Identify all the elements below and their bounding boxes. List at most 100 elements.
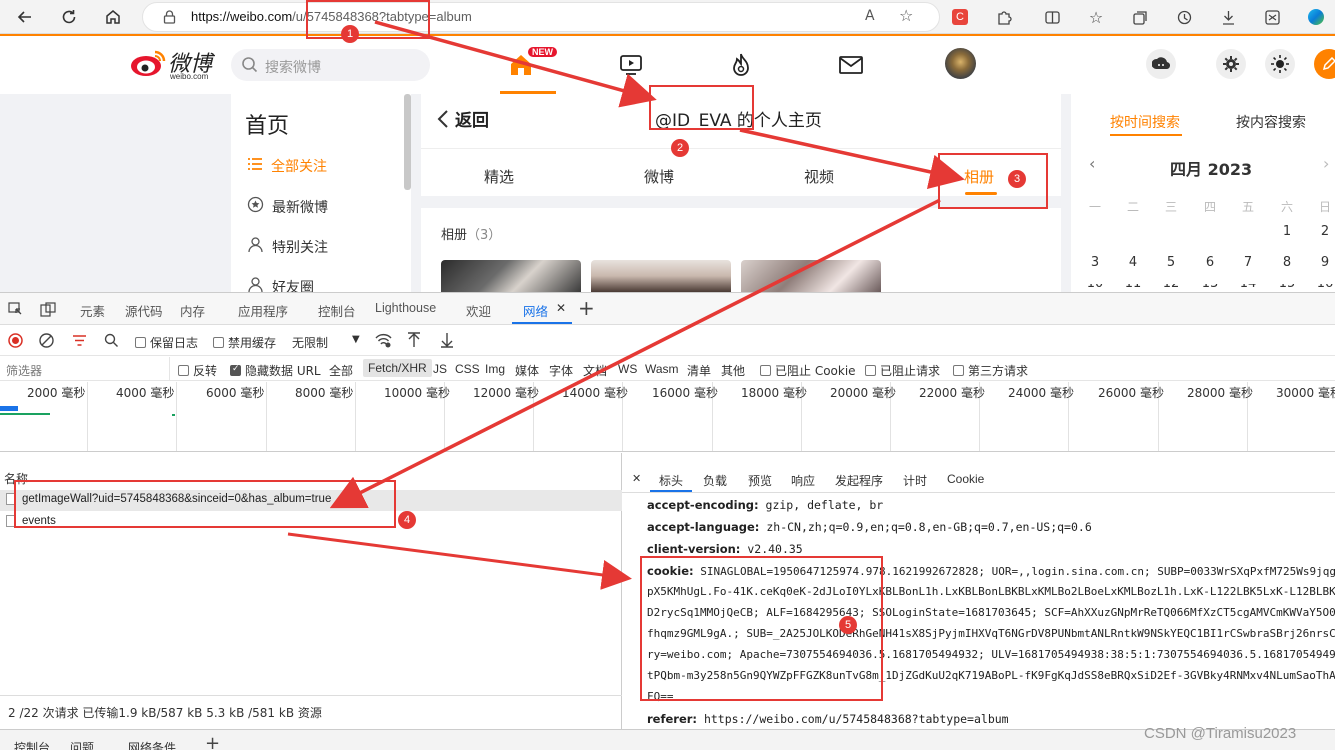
- network-conditions-icon[interactable]: [375, 333, 392, 351]
- filter-type-fetch-xhr[interactable]: Fetch/XHR: [363, 359, 432, 377]
- detail-tab-timing[interactable]: 计时: [903, 472, 927, 489]
- calendar-day[interactable]: 9: [1315, 255, 1335, 270]
- export-har-icon[interactable]: [440, 332, 454, 351]
- devtools-tab-sources[interactable]: 源代码: [125, 301, 163, 320]
- filter-icon[interactable]: [72, 334, 87, 350]
- filter-type-doc[interactable]: 文档: [583, 362, 607, 379]
- favorite-add-icon[interactable]: ☆: [899, 6, 913, 25]
- calendar-day[interactable]: 5: [1161, 255, 1181, 270]
- record-icon[interactable]: [8, 333, 23, 351]
- filter-type-manifest[interactable]: 清单: [687, 362, 711, 379]
- calendar-day[interactable]: 4: [1123, 255, 1143, 270]
- filter-type-img[interactable]: Img: [485, 362, 505, 376]
- throttling-select[interactable]: 无限制 ▼: [292, 334, 364, 351]
- devtools-tab-console[interactable]: 控制台: [318, 301, 356, 320]
- calendar-day[interactable]: 7: [1238, 255, 1258, 270]
- settings-gear-icon[interactable]: [1216, 49, 1246, 79]
- close-detail-icon[interactable]: ✕: [632, 472, 641, 485]
- edge-icon[interactable]: [1304, 5, 1328, 29]
- favorites-icon[interactable]: ☆: [1084, 5, 1108, 29]
- devtools-tab-network[interactable]: 网络: [523, 301, 548, 320]
- calendar-day[interactable]: 10: [1085, 284, 1105, 291]
- math-solver-icon[interactable]: [1260, 5, 1284, 29]
- calendar-day[interactable]: 3: [1085, 255, 1105, 270]
- sidebar-item-all-follow[interactable]: 全部关注: [247, 156, 327, 176]
- filter-type-other[interactable]: 其他: [721, 362, 745, 379]
- detail-tab-response[interactable]: 响应: [791, 472, 815, 489]
- filter-type-all[interactable]: 全部: [329, 362, 353, 379]
- compose-icon[interactable]: [1314, 49, 1335, 79]
- clear-icon[interactable]: [39, 333, 54, 351]
- detail-tab-payload[interactable]: 负载: [703, 472, 727, 489]
- tab-video[interactable]: 视频: [804, 166, 834, 187]
- calendar-day[interactable]: 1: [1277, 224, 1297, 239]
- add-drawer-tab-icon[interactable]: +: [205, 733, 220, 750]
- sidebar-item-latest[interactable]: 最新微博: [247, 196, 328, 217]
- calendar-day[interactable]: 8: [1277, 255, 1297, 270]
- filter-type-font[interactable]: 字体: [549, 362, 573, 379]
- sidebar-scrollbar[interactable]: [404, 94, 411, 190]
- drawer-tab-console[interactable]: 控制台: [14, 739, 50, 750]
- address-bar[interactable]: https://weibo.com/u/5745848368?tabtype=a…: [142, 2, 940, 32]
- hide-data-url-checkbox[interactable]: 隐藏数据 URL: [230, 362, 321, 379]
- tab-weibo[interactable]: 微博: [644, 166, 674, 187]
- import-har-icon[interactable]: [407, 332, 421, 351]
- album-photo[interactable]: [591, 260, 731, 292]
- extensions-icon[interactable]: [992, 5, 1016, 29]
- add-tab-icon[interactable]: +: [578, 296, 595, 320]
- device-toolbar-icon[interactable]: [40, 302, 56, 320]
- album-photo[interactable]: [741, 260, 881, 292]
- calendar-day[interactable]: 14: [1238, 284, 1258, 291]
- tab-search-by-time[interactable]: 按时间搜索: [1110, 112, 1180, 132]
- chevron-right-icon[interactable]: ›: [1323, 154, 1329, 173]
- extension-c-icon[interactable]: C: [948, 5, 972, 29]
- history-icon[interactable]: [1172, 5, 1196, 29]
- filter-type-js[interactable]: JS: [433, 362, 447, 376]
- hot-nav-icon[interactable]: [726, 50, 756, 80]
- detail-tab-cookie[interactable]: Cookie: [947, 472, 984, 486]
- chat-bot-icon[interactable]: [1146, 49, 1176, 79]
- user-avatar[interactable]: [945, 48, 976, 79]
- tab-search-by-content[interactable]: 按内容搜索: [1236, 112, 1306, 132]
- back-icon[interactable]: [12, 4, 38, 30]
- detail-tab-headers[interactable]: 标头: [659, 472, 683, 489]
- devtools-tab-elements[interactable]: 元素: [80, 301, 105, 320]
- tab-featured[interactable]: 精选: [484, 166, 514, 187]
- disable-cache-checkbox[interactable]: 禁用缓存: [213, 334, 276, 351]
- drawer-tab-network-conditions[interactable]: 网络条件: [128, 739, 176, 750]
- inspect-element-icon[interactable]: [8, 302, 23, 320]
- sidebar-item-special-follow[interactable]: 特别关注: [247, 236, 328, 257]
- chevron-left-icon[interactable]: ‹: [1089, 154, 1095, 173]
- theme-sun-icon[interactable]: [1265, 49, 1295, 79]
- detail-tab-initiator[interactable]: 发起程序: [835, 472, 883, 489]
- weibo-search-input[interactable]: 搜索微博: [231, 49, 430, 81]
- download-icon[interactable]: [1216, 5, 1240, 29]
- filter-input[interactable]: 筛选器: [0, 357, 170, 380]
- calendar-day[interactable]: 16: [1315, 284, 1335, 291]
- invert-checkbox[interactable]: 反转: [178, 362, 217, 379]
- filter-type-wasm[interactable]: Wasm: [645, 362, 679, 376]
- filter-type-css[interactable]: CSS: [455, 362, 480, 376]
- search-icon[interactable]: [104, 333, 119, 351]
- devtools-tab-lighthouse[interactable]: Lighthouse: [375, 301, 436, 315]
- preserve-log-checkbox[interactable]: 保留日志: [135, 334, 198, 351]
- third-party-checkbox[interactable]: 第三方请求: [953, 362, 1028, 379]
- calendar-day[interactable]: 13: [1200, 284, 1220, 291]
- back-button[interactable]: 返回: [437, 106, 489, 131]
- collections-icon[interactable]: [1128, 5, 1152, 29]
- album-photo[interactable]: [441, 260, 581, 292]
- refresh-icon[interactable]: [56, 4, 82, 30]
- split-screen-icon[interactable]: [1040, 5, 1064, 29]
- drawer-tab-issues[interactable]: 问题: [70, 739, 94, 750]
- weibo-logo[interactable]: 微博 weibo.com: [130, 48, 212, 81]
- devtools-tab-application[interactable]: 应用程序: [238, 301, 288, 320]
- devtools-tab-memory[interactable]: 内存: [180, 301, 205, 320]
- detail-tab-preview[interactable]: 预览: [748, 472, 772, 489]
- filter-type-media[interactable]: 媒体: [515, 362, 539, 379]
- read-aloud-icon[interactable]: A: [865, 8, 875, 24]
- devtools-tab-welcome[interactable]: 欢迎: [466, 301, 491, 320]
- message-nav-icon[interactable]: [836, 50, 866, 80]
- calendar-day[interactable]: 15: [1277, 284, 1297, 291]
- network-overview-timeline[interactable]: 2000 毫秒 4000 毫秒 6000 毫秒 8000 毫秒 10000 毫秒 1200…: [0, 382, 1335, 452]
- blocked-cookie-checkbox[interactable]: 已阻止 Cookie: [760, 362, 856, 379]
